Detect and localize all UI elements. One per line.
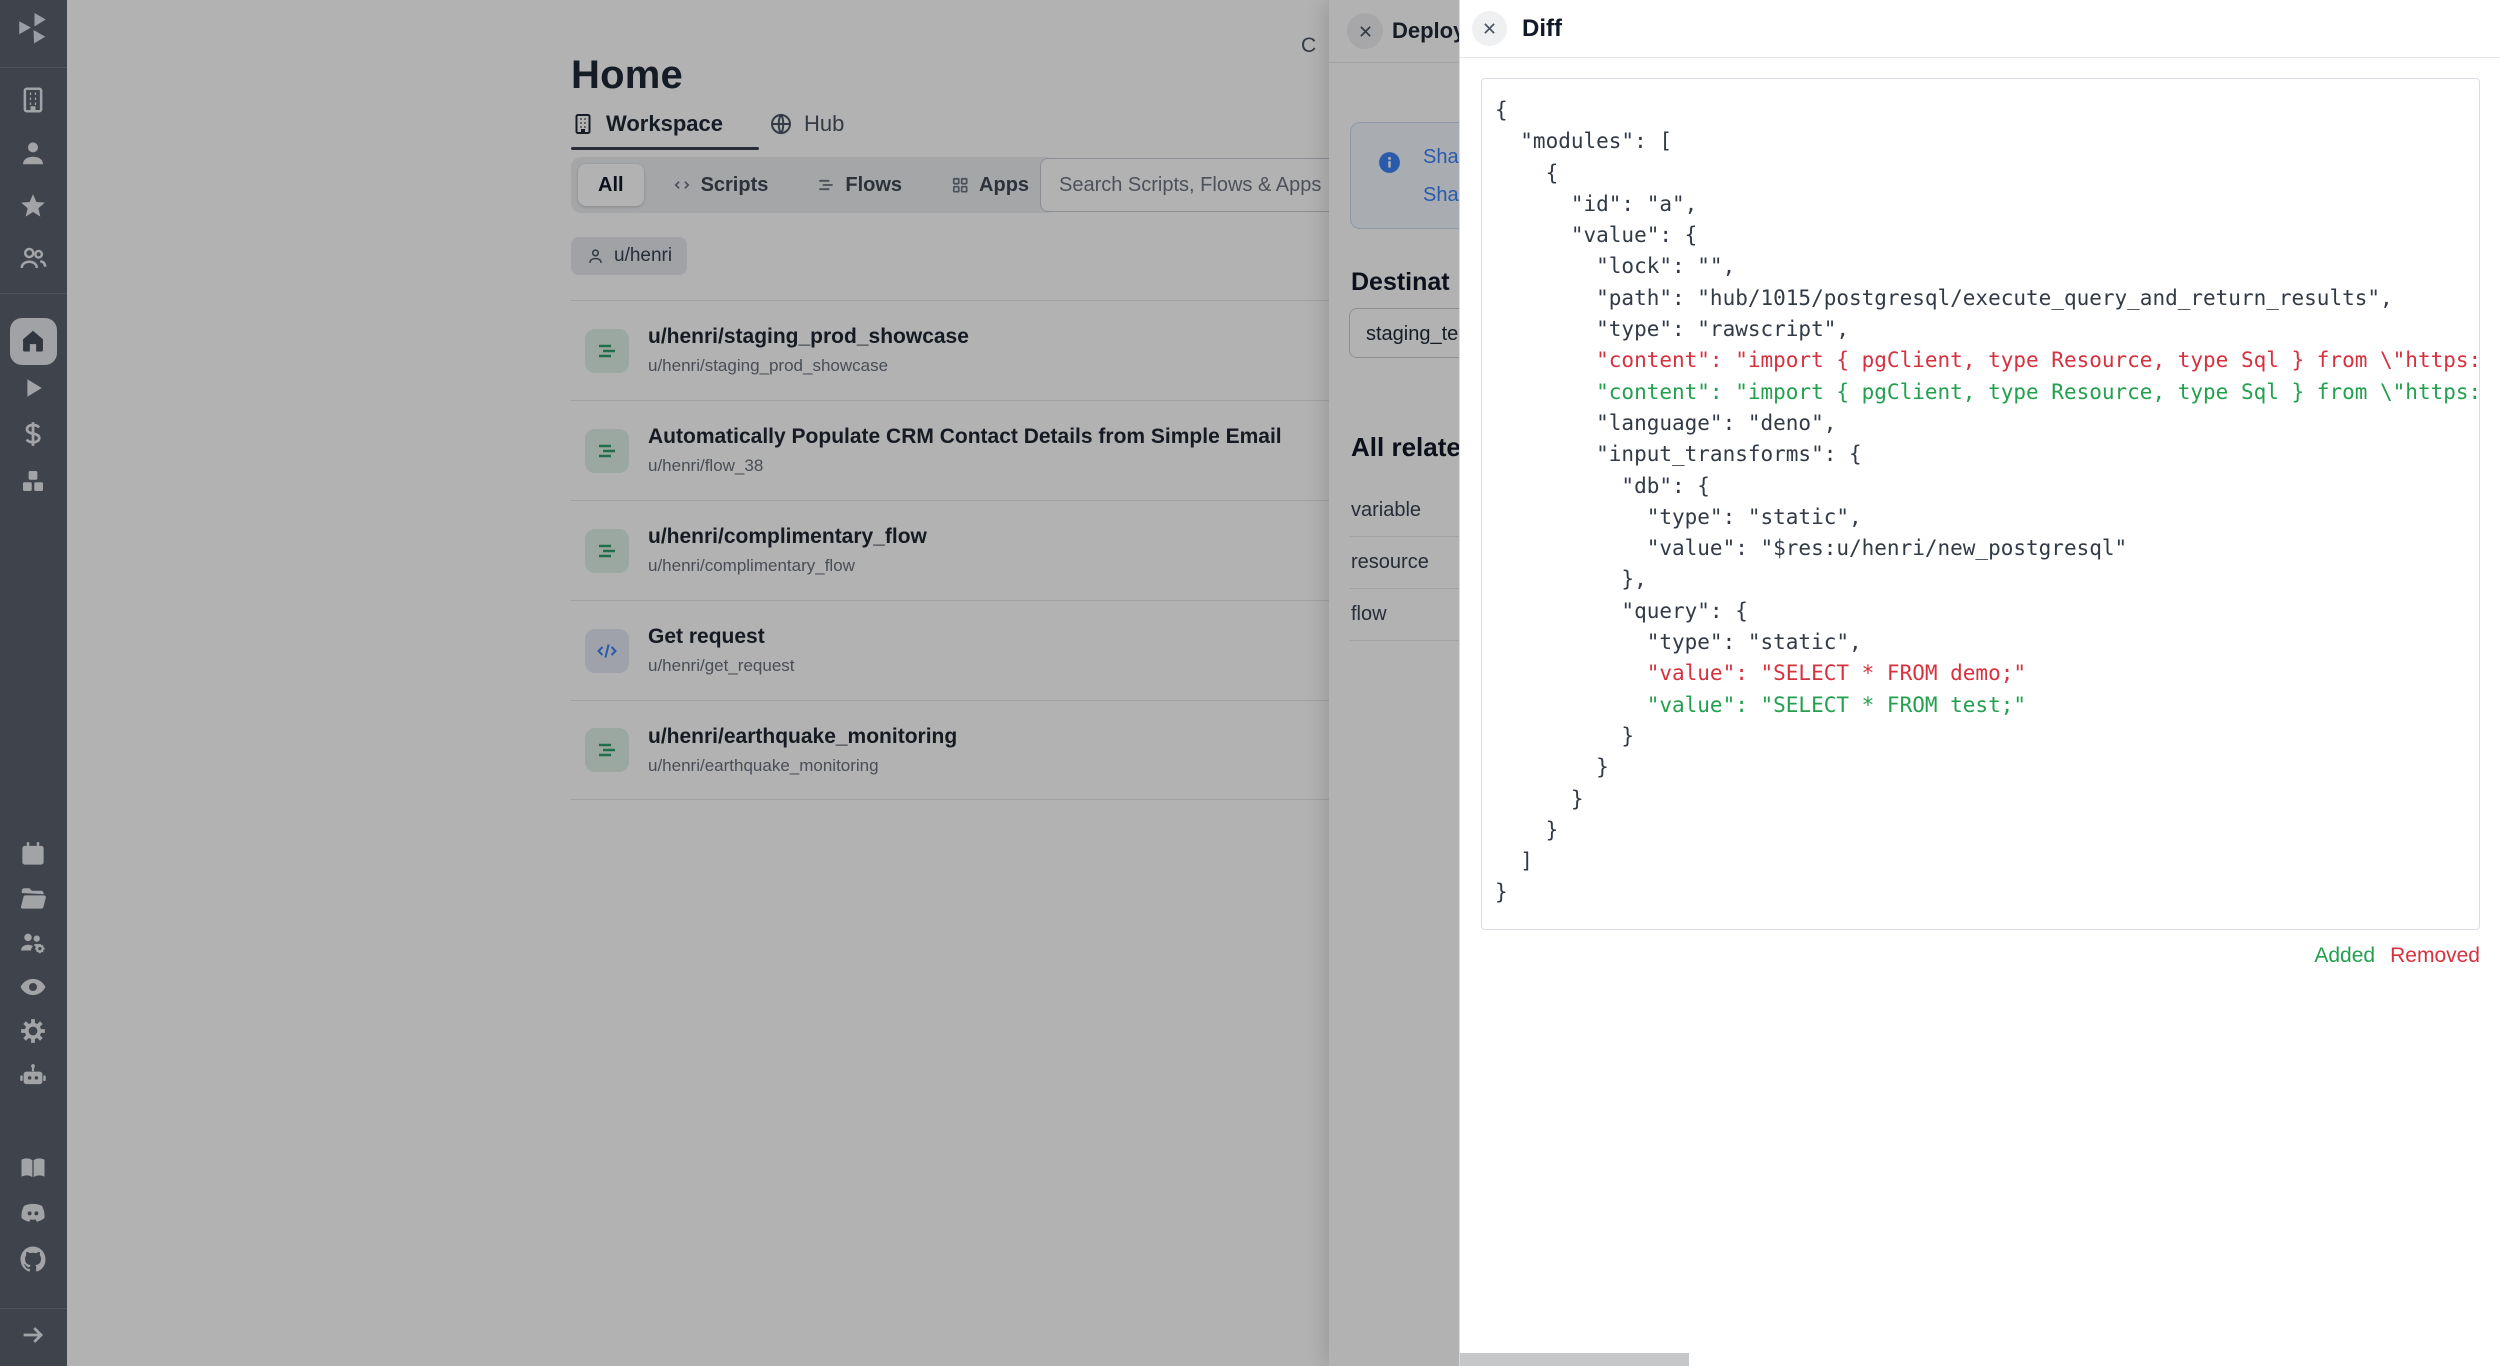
diff-line-ctx: "input_transforms": { xyxy=(1495,439,2479,470)
diff-line-ctx: "value": { xyxy=(1495,220,2479,251)
diff-line-ctx: "type": "rawscript", xyxy=(1495,314,2479,345)
diff-line-ctx: "language": "deno", xyxy=(1495,408,2479,439)
diff-line-added: "content": "import { pgClient, type Reso… xyxy=(1495,377,2479,408)
diff-line-ctx: } xyxy=(1495,784,2479,815)
diff-line-ctx: "value": "$res:u/henri/new_postgresql" xyxy=(1495,533,2479,564)
diff-line-added: "value": "SELECT * FROM test;" xyxy=(1495,690,2479,721)
diff-line-ctx: } xyxy=(1495,815,2479,846)
windmill-app: Home C Workspace Hub All Scripts Flows xyxy=(0,0,2500,1366)
diff-line-ctx: "lock": "", xyxy=(1495,251,2479,282)
diff-line-removed: "value": "SELECT * FROM demo;" xyxy=(1495,658,2479,689)
diff-line-ctx: { xyxy=(1495,158,2479,189)
diff-line-removed: "content": "import { pgClient, type Reso… xyxy=(1495,345,2479,376)
diff-line-ctx: } xyxy=(1495,721,2479,752)
diff-line-ctx: "modules": [ xyxy=(1495,126,2479,157)
horizontal-scrollbar-thumb[interactable] xyxy=(1460,1353,1689,1366)
legend-removed: Removed xyxy=(2390,944,2480,968)
diff-drawer-header: Diff xyxy=(1460,0,2500,58)
diff-code-block[interactable]: { "modules": [ { "id": "a", "value": { "… xyxy=(1481,78,2480,930)
diff-line-ctx: } xyxy=(1495,752,2479,783)
diff-line-ctx: "id": "a", xyxy=(1495,189,2479,220)
diff-line-ctx: "path": "hub/1015/postgresql/execute_que… xyxy=(1495,283,2479,314)
diff-line-ctx: "db": { xyxy=(1495,471,2479,502)
close-icon[interactable] xyxy=(1472,11,1507,46)
diff-line-ctx: } xyxy=(1495,877,2479,908)
diff-drawer: Diff { "modules": [ { "id": "a", "value"… xyxy=(1459,0,2500,1366)
diff-line-ctx: "query": { xyxy=(1495,596,2479,627)
diff-line-ctx: "type": "static", xyxy=(1495,627,2479,658)
legend-added: Added xyxy=(2314,944,2375,968)
diff-line-ctx: ] xyxy=(1495,846,2479,877)
diff-legend: Added Removed xyxy=(2314,944,2480,968)
diff-line-ctx: { xyxy=(1495,95,2479,126)
diff-drawer-title: Diff xyxy=(1522,0,1562,57)
diff-line-ctx: }, xyxy=(1495,564,2479,595)
diff-line-ctx: "type": "static", xyxy=(1495,502,2479,533)
